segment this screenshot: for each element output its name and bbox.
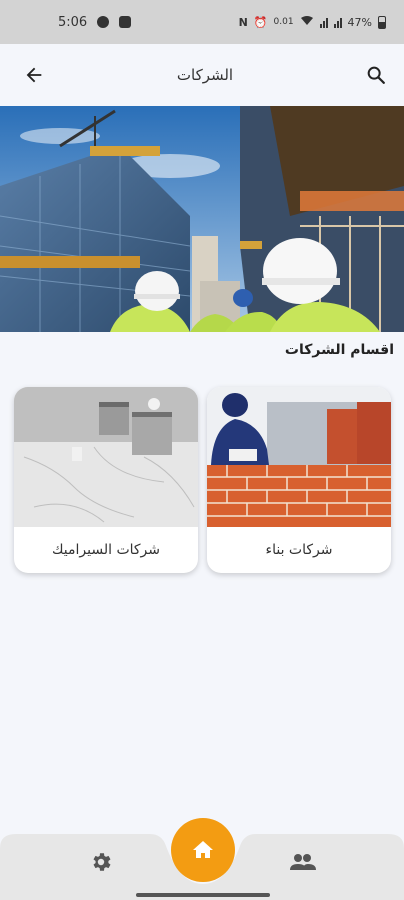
- settings-button[interactable]: [84, 845, 118, 879]
- search-icon: [367, 66, 385, 84]
- marble-floor-image: [14, 387, 198, 527]
- gesture-bar[interactable]: [136, 893, 270, 897]
- category-label: شركات بناء: [265, 542, 333, 558]
- users-button[interactable]: [286, 845, 320, 879]
- status-time: 5:06: [58, 14, 88, 30]
- signal-icon-2: [333, 17, 342, 28]
- data-rate: 0.01: [273, 17, 294, 27]
- back-button[interactable]: [20, 61, 48, 89]
- bricklayer-image: [207, 387, 391, 527]
- home-button[interactable]: [171, 818, 235, 882]
- nfc-icon: N: [238, 15, 248, 29]
- app-notification-icon: [119, 16, 132, 28]
- people-icon: [290, 854, 316, 870]
- page-title: الشركات: [176, 66, 234, 84]
- signal-icon: [319, 17, 328, 28]
- battery-icon: [378, 15, 386, 29]
- category-label: شركات السيراميك: [51, 542, 161, 558]
- battery-percent: 47%: [347, 15, 372, 29]
- category-card-construction[interactable]: شركات بناء: [207, 387, 391, 573]
- status-bar: 5:06 N ⏰ 0.01 47%: [0, 0, 404, 44]
- app-bar: الشركات: [0, 44, 404, 106]
- alarm-icon: ⏰: [253, 15, 268, 29]
- section-title: اقسام الشركات: [284, 342, 394, 358]
- hero-banner: [0, 106, 404, 332]
- home-icon: [193, 841, 213, 858]
- search-button[interactable]: [362, 61, 390, 89]
- arrow-left-icon: [26, 67, 42, 83]
- wifi-icon: [300, 15, 314, 29]
- construction-site-image: [0, 106, 404, 332]
- category-card-ceramics[interactable]: شركات السيراميك: [14, 387, 198, 573]
- gear-icon: [93, 853, 111, 871]
- messenger-icon: [97, 16, 110, 28]
